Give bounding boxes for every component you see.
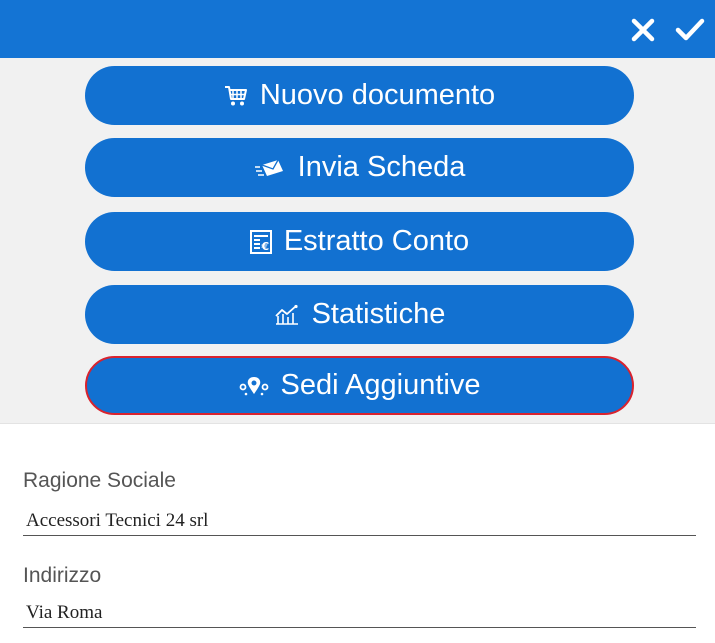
location-pins-icon	[239, 375, 269, 397]
euro-statement-icon: €	[249, 229, 272, 254]
additional-locations-button[interactable]: Sedi Aggiuntive	[85, 356, 634, 415]
account-statement-label: Estratto Conto	[283, 225, 470, 257]
new-document-button[interactable]: Nuovo documento	[85, 66, 634, 125]
account-statement-button[interactable]: € Estratto Conto	[85, 212, 634, 271]
details-panel: Ragione Sociale Indirizzo	[0, 423, 715, 643]
address-field[interactable]	[23, 598, 696, 628]
send-card-button[interactable]: Invia Scheda	[85, 138, 634, 197]
svg-text:€: €	[260, 240, 269, 253]
additional-locations-label: Sedi Aggiuntive	[280, 369, 481, 401]
cancel-button[interactable]	[625, 12, 661, 48]
company-name-label: Ragione Sociale	[23, 469, 176, 492]
statistics-label: Statistiche	[311, 298, 446, 330]
statistics-button[interactable]: Statistiche	[85, 285, 634, 344]
address-label: Indirizzo	[23, 564, 102, 587]
close-icon	[631, 18, 655, 42]
confirm-button[interactable]	[672, 12, 708, 48]
check-icon	[675, 18, 705, 41]
top-bar	[0, 0, 715, 58]
cart-icon	[224, 85, 248, 107]
send-mail-icon	[254, 158, 286, 178]
company-name-field[interactable]	[23, 506, 696, 536]
chart-icon	[274, 304, 300, 326]
new-document-label: Nuovo documento	[259, 79, 496, 111]
send-card-label: Invia Scheda	[297, 151, 466, 183]
